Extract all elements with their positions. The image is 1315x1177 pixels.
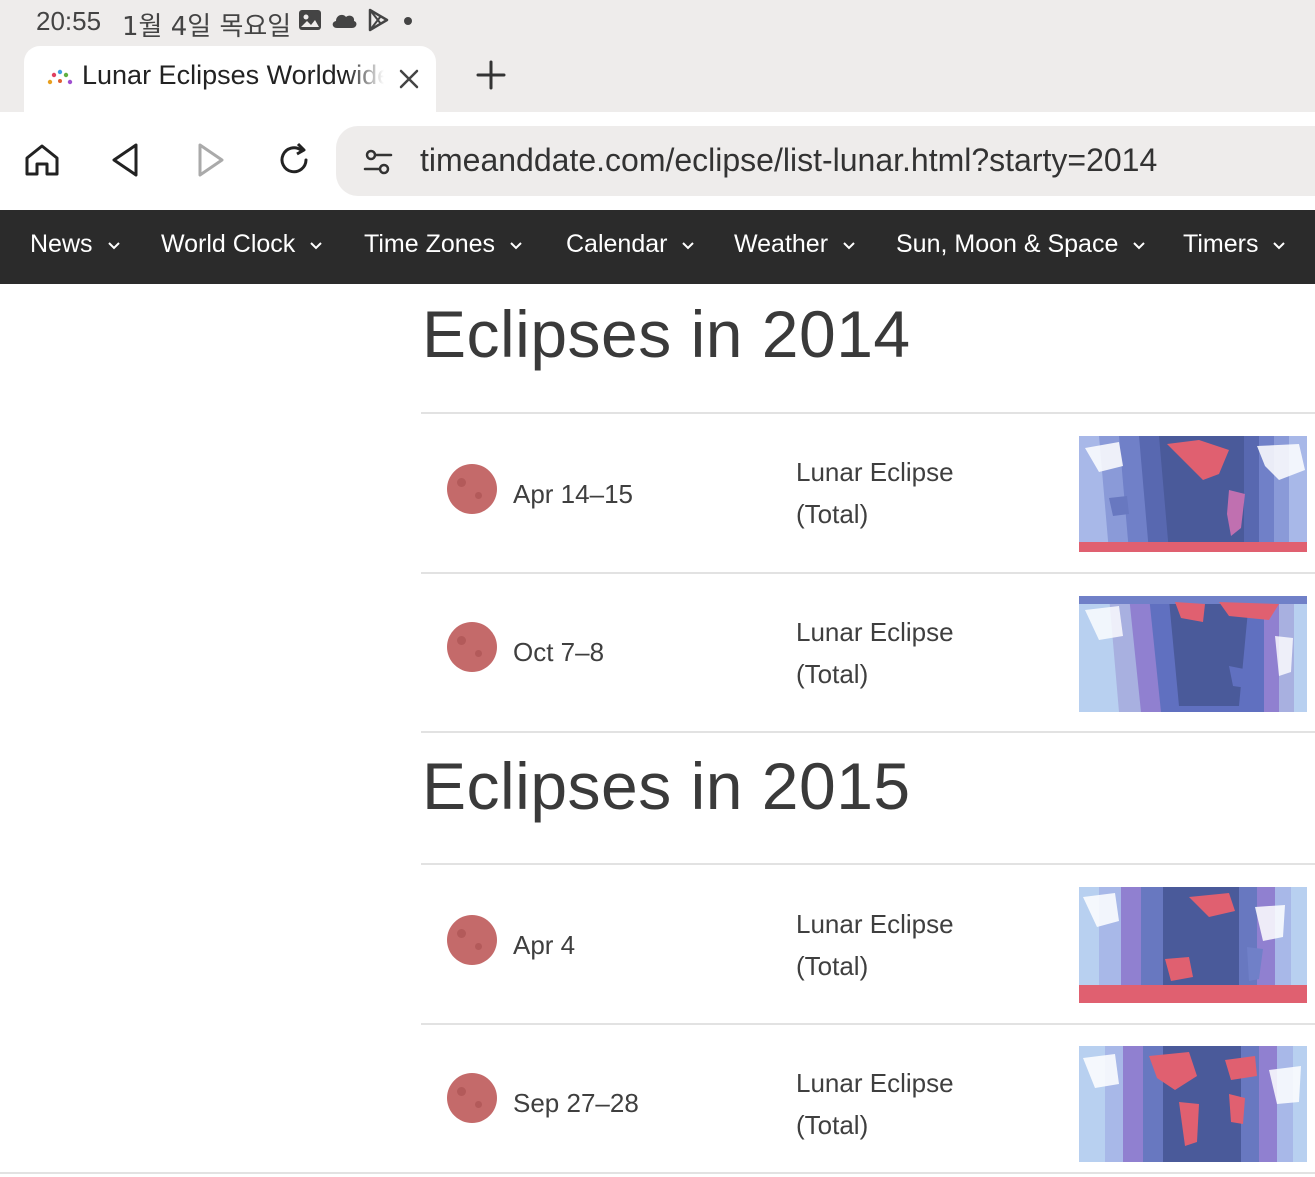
eclipse-type[interactable]: Lunar Eclipse (Total) [796, 611, 954, 695]
nav-item-label: Timers [1183, 230, 1259, 258]
url-text: timeanddate.com/eclipse/list-lunar.html?… [420, 142, 1158, 178]
nav-item-label: Sun, Moon & Space [896, 230, 1119, 258]
nav-item-weather[interactable]: Weather [734, 230, 856, 259]
eclipse-row[interactable]: Sep 27–28 Lunar Eclipse (Total) [421, 1025, 1315, 1177]
chevron-down-icon [510, 241, 522, 249]
nav-item-label: Time Zones [364, 230, 496, 258]
eclipse-visibility-map[interactable] [1079, 436, 1307, 552]
eclipse-type-name: Lunar Eclipse [796, 457, 954, 487]
moon-icon [447, 915, 497, 965]
new-tab-icon[interactable] [474, 58, 508, 92]
divider [0, 1172, 1315, 1174]
chevron-down-icon [843, 241, 855, 249]
dot-icon [404, 17, 412, 25]
eclipse-visibility-map[interactable] [1079, 596, 1307, 712]
address-bar[interactable]: timeanddate.com/eclipse/list-lunar.html?… [336, 126, 1315, 196]
cloud-icon [332, 14, 357, 28]
chevron-down-icon [310, 241, 323, 249]
status-date: 1월 4일 목요일 [122, 12, 292, 42]
chevron-down-icon [1273, 241, 1286, 249]
eclipse-visibility-map[interactable] [1079, 1046, 1307, 1162]
nav-item-label: News [30, 230, 93, 258]
tab-strip: Lunar Eclipses Worldwide [0, 44, 1315, 112]
eclipse-type[interactable]: Lunar Eclipse (Total) [796, 451, 954, 535]
reload-icon[interactable] [274, 140, 314, 180]
site-nav: News World Clock Time Zones Calendar Wea… [0, 210, 1315, 284]
eclipse-date[interactable]: Sep 27–28 [513, 1088, 639, 1119]
chevron-down-icon [1133, 241, 1146, 249]
nav-item-label: Calendar [566, 230, 668, 258]
forward-icon[interactable] [190, 140, 230, 180]
eclipse-date[interactable]: Apr 4 [513, 930, 575, 961]
nav-item-label: Weather [734, 230, 829, 258]
eclipse-type-kind: (Total) [796, 951, 869, 981]
status-icons [298, 8, 416, 32]
status-bar: 20:55 1월 4일 목요일 [0, 0, 1315, 44]
site-settings-icon[interactable] [362, 146, 394, 178]
nav-item-label: World Clock [161, 230, 296, 258]
eclipse-row[interactable]: Apr 4 Lunar Eclipse (Total) [421, 865, 1315, 1023]
nav-item-time-zones[interactable]: Time Zones [364, 230, 523, 259]
nav-item-sun-moon-space[interactable]: Sun, Moon & Space [896, 230, 1146, 259]
status-time: 20:55 [36, 6, 102, 36]
moon-icon [447, 464, 497, 514]
back-icon[interactable] [106, 140, 146, 180]
home-icon[interactable] [22, 140, 62, 180]
eclipse-type[interactable]: Lunar Eclipse (Total) [796, 1062, 954, 1146]
eclipse-type-kind: (Total) [796, 499, 869, 529]
eclipse-type-kind: (Total) [796, 659, 869, 689]
eclipse-date[interactable]: Oct 7–8 [513, 637, 604, 668]
chevron-down-icon [107, 241, 120, 249]
eclipse-date[interactable]: Apr 14–15 [513, 479, 633, 510]
moon-icon [447, 622, 497, 672]
eclipse-row[interactable]: Apr 14–15 Lunar Eclipse (Total) [421, 414, 1315, 572]
close-icon[interactable] [396, 66, 422, 92]
gallery-icon [299, 10, 321, 30]
nav-item-calendar[interactable]: Calendar [566, 230, 695, 259]
eclipse-type-name: Lunar Eclipse [796, 1068, 954, 1098]
divider [421, 731, 1315, 733]
eclipse-row[interactable]: Oct 7–8 Lunar Eclipse (Total) [421, 574, 1315, 732]
eclipse-type-name: Lunar Eclipse [796, 909, 954, 939]
eclipse-type[interactable]: Lunar Eclipse (Total) [796, 903, 954, 987]
section-heading-2015: Eclipses in 2015 [422, 749, 911, 823]
nav-item-timers[interactable]: Timers [1183, 230, 1286, 259]
moon-icon [447, 1073, 497, 1123]
eclipse-visibility-map[interactable] [1079, 887, 1307, 1003]
timeanddate-favicon [47, 69, 73, 85]
nav-item-world-clock[interactable]: World Clock [161, 230, 323, 259]
chevron-down-icon [682, 241, 695, 249]
eclipse-type-kind: (Total) [796, 1110, 869, 1140]
browser-toolbar: timeanddate.com/eclipse/list-lunar.html?… [0, 112, 1315, 210]
nav-item-news[interactable]: News [30, 230, 121, 259]
section-heading-2014: Eclipses in 2014 [422, 297, 911, 371]
tab-title: Lunar Eclipses Worldwide [82, 60, 384, 90]
active-tab[interactable]: Lunar Eclipses Worldwide [24, 46, 436, 112]
play-store-icon [368, 8, 389, 32]
eclipse-type-name: Lunar Eclipse [796, 617, 954, 647]
